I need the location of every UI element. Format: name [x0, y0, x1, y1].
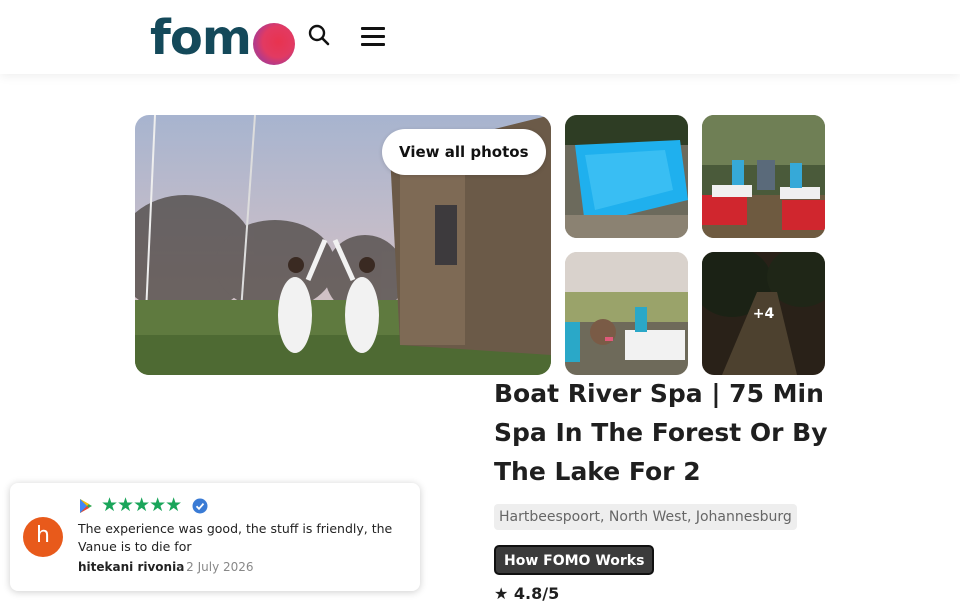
logo-o-mark: [252, 23, 295, 65]
avatar: h: [23, 517, 63, 557]
review-author: hitekani rivonia: [78, 560, 185, 574]
product-title: Boat River Spa | 75 Min Spa In The Fores…: [494, 379, 828, 486]
site-header: fom: [0, 0, 960, 74]
thumbnail-pool[interactable]: [565, 115, 688, 238]
thumbnail-forest-path[interactable]: +4: [702, 252, 825, 375]
search-icon: [308, 24, 330, 46]
thumbnail-massage-outdoor[interactable]: [702, 115, 825, 238]
google-play-icon: [80, 499, 92, 513]
location-tag[interactable]: Hartbeespoort, North West, Johannesburg: [494, 504, 797, 530]
review-date: - 2 July 2026: [178, 560, 254, 574]
review-text: The experience was good, the stuff is fr…: [78, 521, 393, 554]
verified-badge-icon: [192, 498, 208, 514]
more-photos-count: +4: [702, 252, 825, 375]
product-rating: ★ 4.8/5: [494, 584, 560, 603]
menu-button[interactable]: [358, 24, 388, 50]
thumbnail-lake-massage[interactable]: [565, 252, 688, 375]
main-photo[interactable]: View all photos: [135, 115, 551, 375]
hamburger-menu-icon: [361, 27, 385, 30]
review-popup[interactable]: h ★★★★★ The experience was good, the stu…: [10, 483, 420, 591]
logo-text: fom: [150, 10, 252, 66]
search-button[interactable]: [306, 22, 334, 50]
fomo-logo[interactable]: fom: [150, 10, 295, 66]
review-stars: ★★★★★: [101, 494, 182, 516]
view-all-photos-button[interactable]: View all photos: [382, 129, 546, 175]
how-fomo-works-button[interactable]: How FOMO Works: [494, 545, 655, 575]
